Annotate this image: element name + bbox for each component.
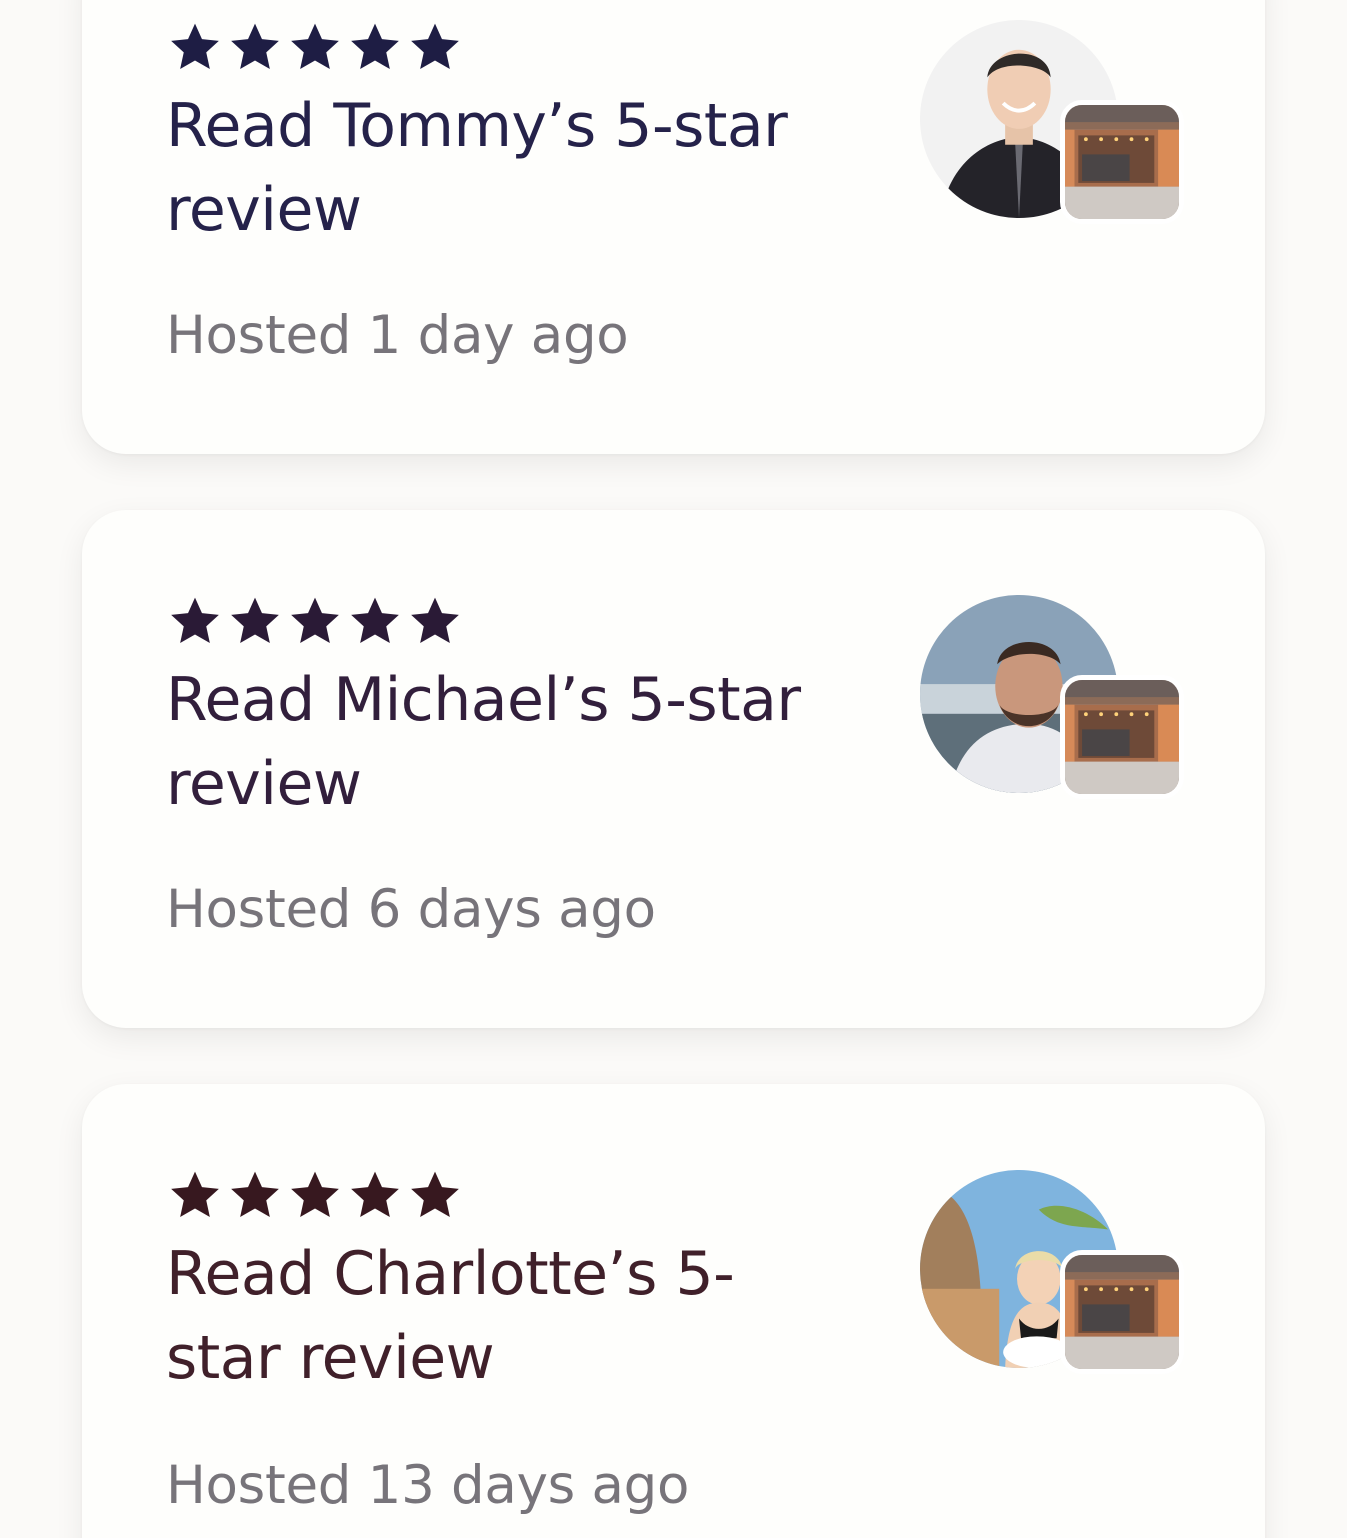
star-icon (346, 20, 404, 74)
star-icon (406, 20, 464, 74)
avatar-group (920, 1170, 1184, 1374)
hosted-time: Hosted 13 days ago (166, 1455, 690, 1516)
reviews-screen: Read Tommy’s 5-star review Hosted 1 day … (0, 0, 1347, 1538)
star-icon (226, 1168, 284, 1222)
star-icon (226, 20, 284, 74)
star-icon (406, 594, 464, 648)
star-icon (346, 594, 404, 648)
review-title[interactable]: Read Michael’s 5-star review (166, 658, 806, 826)
hosted-time: Hosted 1 day ago (166, 305, 629, 366)
listing-thumbnail-icon (1060, 100, 1184, 224)
star-icon (166, 1168, 224, 1222)
star-rating (166, 20, 464, 74)
star-icon (226, 594, 284, 648)
star-icon (166, 594, 224, 648)
star-icon (286, 1168, 344, 1222)
avatar-group (920, 595, 1184, 799)
star-icon (166, 20, 224, 74)
review-card-tommy[interactable]: Read Tommy’s 5-star review Hosted 1 day … (82, 0, 1265, 454)
listing-thumbnail-icon (1060, 1250, 1184, 1374)
star-icon (406, 1168, 464, 1222)
review-card-michael[interactable]: Read Michael’s 5-star review Hosted 6 da… (82, 510, 1265, 1028)
review-title[interactable]: Read Charlotte’s 5-star review (166, 1232, 806, 1400)
listing-thumbnail-icon (1060, 675, 1184, 799)
star-icon (346, 1168, 404, 1222)
star-rating (166, 1168, 464, 1222)
star-icon (286, 594, 344, 648)
avatar-group (920, 20, 1184, 224)
review-title[interactable]: Read Tommy’s 5-star review (166, 84, 806, 252)
hosted-time: Hosted 6 days ago (166, 879, 656, 940)
star-icon (286, 20, 344, 74)
review-card-charlotte[interactable]: Read Charlotte’s 5-star review Hosted 13… (82, 1084, 1265, 1538)
star-rating (166, 594, 464, 648)
